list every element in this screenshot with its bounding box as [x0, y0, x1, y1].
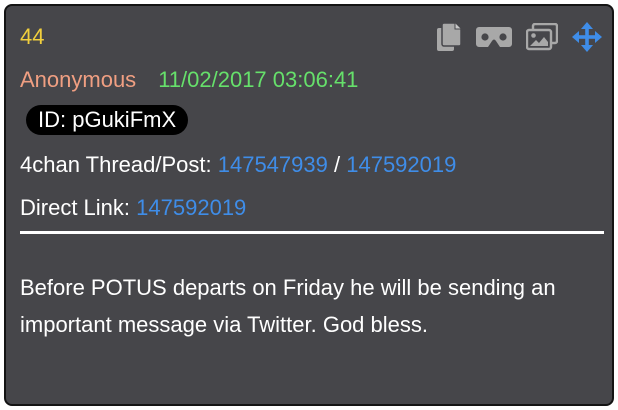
divider	[20, 231, 604, 234]
post-number: 44	[20, 24, 45, 49]
post-card: 44 Anonymous 11/02/2017 03:06:41 ID: pGu…	[4, 4, 614, 406]
copy-icon[interactable]	[436, 22, 462, 52]
images-icon[interactable]	[526, 23, 558, 51]
post-meta: Anonymous 11/02/2017 03:06:41	[20, 66, 358, 94]
thread-link[interactable]: 147547939	[218, 152, 328, 177]
move-icon[interactable]	[572, 22, 602, 52]
post-timestamp: 11/02/2017 03:06:41	[158, 67, 359, 92]
direct-link-row: Direct Link: 147592019	[20, 194, 246, 222]
direct-link[interactable]: 147592019	[136, 195, 246, 220]
post-link[interactable]: 147592019	[346, 152, 456, 177]
poster-id-badge[interactable]: ID: pGukiFmX	[26, 105, 189, 135]
post-toolbar	[436, 22, 602, 52]
post-body: Before POTUS departs on Friday he will b…	[20, 275, 556, 337]
vr-viewer-icon[interactable]	[476, 26, 512, 48]
author-name: Anonymous	[20, 67, 137, 92]
thread-post-row: 4chan Thread/Post: 147547939 / 147592019	[20, 151, 456, 179]
direct-link-label: Direct Link:	[20, 195, 131, 220]
link-separator: /	[333, 152, 341, 177]
thread-post-label: 4chan Thread/Post:	[20, 152, 212, 177]
